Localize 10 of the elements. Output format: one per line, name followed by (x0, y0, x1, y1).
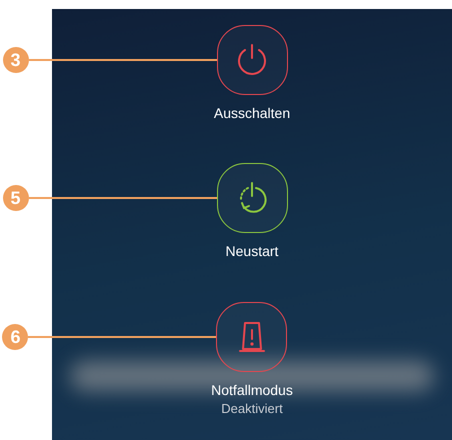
button-label: Neustart (226, 242, 278, 260)
emergency-button[interactable] (216, 302, 288, 372)
restart-button[interactable] (216, 163, 288, 234)
status-text: Deaktiviert (221, 400, 283, 417)
power-button[interactable] (216, 25, 288, 95)
button-label: Ausschalten (214, 104, 290, 122)
callout-number: 6 (2, 324, 28, 350)
button-label: Notfallmodus (211, 380, 293, 399)
callout-number: 3 (2, 47, 28, 73)
callout-number: 5 (2, 185, 28, 212)
